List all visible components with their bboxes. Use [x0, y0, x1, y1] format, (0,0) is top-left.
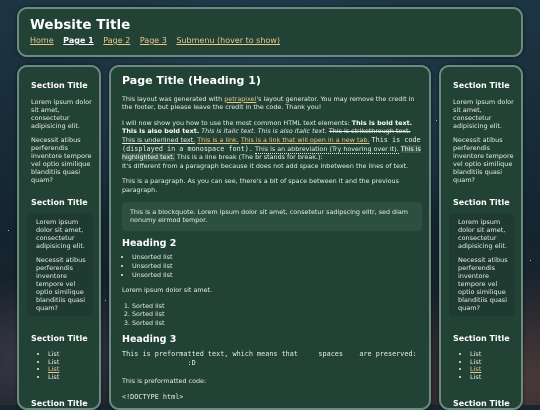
right-section-2-title: Section Title	[453, 198, 510, 207]
list-item: List	[48, 373, 59, 382]
heading-2: Heading 2	[122, 237, 177, 249]
main-content: Page Title (Heading 1) This layout was g…	[109, 65, 431, 410]
page-title: Page Title (Heading 1)	[122, 74, 261, 87]
list-item: Sorted list	[132, 319, 422, 328]
left-section-2-box: Lorem ipsum dolor sit amet, consectetur …	[27, 214, 93, 316]
list-item: Sorted list	[132, 310, 422, 319]
main-article: Page Title (Heading 1) This layout was g…	[122, 67, 422, 408]
right-section-1-p1: Lorem ipsum dolor sit amet, consectetur …	[453, 98, 514, 130]
right-section-4-title: Section Title	[453, 399, 510, 408]
heading-3: Heading 3	[122, 334, 177, 346]
left-section-1-p2: Necessit atibus perferendis inventore te…	[31, 136, 92, 184]
elements-paragraph: I will now show you how to use the most …	[122, 118, 421, 170]
list-item: Sorted list	[132, 302, 422, 311]
nav-home-link[interactable]: Home	[30, 36, 54, 45]
nav-page-3-link[interactable]: Page 3	[140, 36, 167, 45]
credit-link[interactable]: petrapixel	[224, 95, 256, 103]
right-section-2-box: Lorem ipsum dolor sit amet, consectetur …	[449, 214, 515, 316]
right-section-2-p2: Necessit atibus perferendis inventore te…	[458, 256, 508, 312]
sorted-list: Sorted list Sorted list Sorted list	[122, 302, 422, 328]
list-paragraph: Lorem ipsum dolor sit amet.	[122, 286, 213, 295]
right-section-1-p2: Necessit atibus perferendis inventore te…	[453, 136, 514, 184]
right-section-1-title: Section Title	[453, 81, 510, 90]
right-section-2-p1: Lorem ipsum dolor sit amet, consectetur …	[458, 218, 507, 250]
right-section-3-title: Section Title	[453, 334, 510, 343]
unsorted-list: Unsorted list Unsorted list Unsorted lis…	[122, 253, 422, 279]
preformatted-code: <!DOCTYPE html>	[122, 392, 184, 401]
left-section-2-p2: Necessit atibus perferendis inventore te…	[36, 256, 86, 312]
left-list: List List List List	[39, 350, 59, 382]
left-section-1-p1: Lorem ipsum dolor sit amet, consectetur …	[31, 98, 92, 130]
nav-page-1-link[interactable]: Page 1	[63, 36, 94, 45]
nav-submenu-link[interactable]: Submenu (hover to show)	[176, 36, 280, 45]
left-section-1-title: Section Title	[31, 81, 88, 90]
site-header: Website Title Home Page 1 Page 2 Page 3 …	[17, 7, 523, 57]
example-new-tab-link[interactable]: This is a link that will open in a new t…	[241, 136, 370, 144]
right-list: List List List List	[461, 350, 481, 382]
list-item: List	[470, 373, 481, 382]
main-nav: Home Page 1 Page 2 Page 3 Submenu (hover…	[30, 36, 287, 45]
left-section-3-title: Section Title	[31, 334, 88, 343]
left-section-2-p1: Lorem ipsum dolor sit amet, consectetur …	[36, 218, 85, 250]
site-title: Website Title	[30, 17, 131, 33]
right-section-1-text: Lorem ipsum dolor sit amet, consectetur …	[453, 98, 515, 190]
intro-paragraph: This layout was generated with petrapixe…	[122, 94, 415, 112]
nav-page-2-link[interactable]: Page 2	[103, 36, 130, 45]
example-link[interactable]: This is a link.	[197, 136, 239, 144]
list-item: Unsorted list	[132, 262, 422, 271]
preformatted-intro: This is preformatted code:	[122, 377, 207, 386]
list-item: Unsorted list	[132, 271, 422, 280]
left-section-2-title: Section Title	[31, 198, 88, 207]
right-sidebar: Section Title Lorem ipsum dolor sit amet…	[439, 65, 523, 410]
left-section-4-title: Section Title	[31, 399, 88, 408]
paragraph: This is a paragraph. As you can see, the…	[122, 177, 399, 194]
blockquote: This is a blockquote. Lorem ipsum dolor …	[122, 201, 422, 231]
left-section-1-text: Lorem ipsum dolor sit amet, consectetur …	[31, 98, 93, 190]
list-item: Unsorted list	[132, 253, 422, 262]
preformatted-text: This is preformatted text, which means t…	[122, 350, 417, 368]
left-sidebar: Section Title Lorem ipsum dolor sit amet…	[17, 65, 101, 410]
